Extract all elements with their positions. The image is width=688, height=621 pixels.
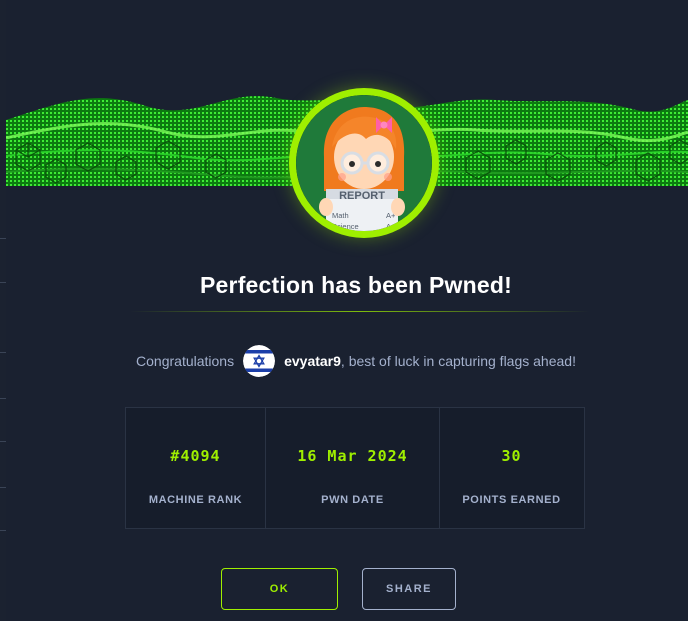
title-divider bbox=[130, 311, 590, 312]
svg-text:A+: A+ bbox=[386, 222, 396, 231]
svg-text:Math: Math bbox=[332, 211, 349, 220]
stat-machine-rank: #4094 MACHINE RANK bbox=[126, 408, 266, 528]
stat-pwn-date: 16 Mar 2024 PWN DATE bbox=[266, 408, 440, 528]
stat-value: 16 Mar 2024 bbox=[297, 447, 408, 465]
page: REPORT Math A+ Science A+ Perfection has… bbox=[0, 0, 688, 621]
stat-label: PWN DATE bbox=[321, 494, 384, 506]
israel-flag-icon bbox=[243, 345, 276, 377]
share-button[interactable]: SHARE bbox=[362, 568, 456, 610]
ok-button[interactable]: OK bbox=[221, 568, 338, 610]
svg-text:REPORT: REPORT bbox=[339, 190, 385, 202]
stat-value: #4094 bbox=[170, 447, 221, 465]
congrats-line: Congratulations evyatar9 , best of luck … bbox=[6, 343, 688, 379]
stat-value: 30 bbox=[501, 447, 522, 465]
stats-panel: #4094 MACHINE RANK 16 Mar 2024 PWN DATE … bbox=[125, 407, 585, 529]
machine-avatar: REPORT Math A+ Science A+ bbox=[289, 88, 439, 238]
congrats-prefix: Congratulations bbox=[136, 353, 235, 369]
svg-text:Science: Science bbox=[332, 222, 359, 231]
username-link[interactable]: evyatar9 bbox=[284, 353, 341, 369]
stat-label: MACHINE RANK bbox=[148, 494, 243, 506]
pwned-title: Perfection has been Pwned! bbox=[200, 272, 512, 298]
stat-points-earned: 30 POINTS EARNED bbox=[440, 408, 583, 528]
stat-label: POINTS EARNED bbox=[462, 494, 561, 506]
congrats-suffix: , best of luck in capturing flags ahead! bbox=[340, 353, 576, 369]
pwned-dialog: REPORT Math A+ Science A+ Perfection has… bbox=[6, 0, 688, 621]
report-card-avatar-icon: REPORT Math A+ Science A+ bbox=[296, 95, 432, 231]
